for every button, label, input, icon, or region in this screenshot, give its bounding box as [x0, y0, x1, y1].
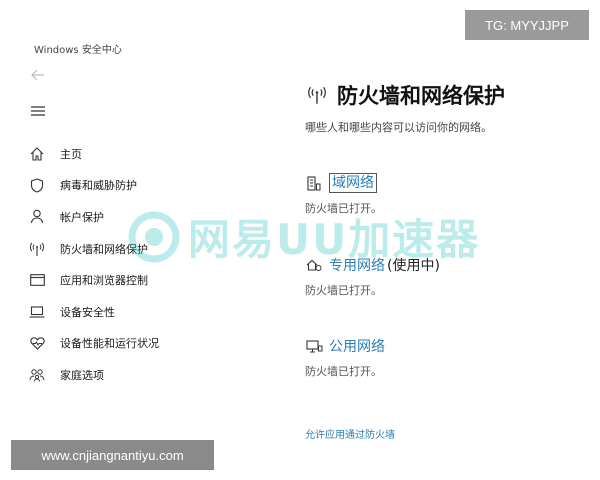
laptop-icon	[28, 303, 46, 321]
sidebar-item-label: 主页	[60, 147, 82, 161]
sidebar-item-firewall[interactable]: 防火墙和网络保护	[28, 233, 218, 265]
domain-building-icon	[305, 174, 323, 192]
family-icon	[28, 366, 46, 384]
sidebar-item-device-performance[interactable]: 设备性能和运行状况	[28, 328, 218, 360]
network-domain: 域网络 防火墙已打开。	[305, 172, 585, 216]
sidebar-item-device-security[interactable]: 设备安全性	[28, 296, 218, 328]
sidebar-item-family-options[interactable]: 家庭选项	[28, 359, 218, 391]
sidebar-nav: 主页 病毒和威胁防护 帐户保护 防火墙和网络保护 应用和浏览器控制 设备安全性 …	[28, 138, 218, 391]
antenna-icon	[28, 240, 46, 258]
sidebar-item-label: 帐户保护	[60, 210, 104, 224]
back-arrow-icon	[31, 69, 44, 81]
public-network-icon	[305, 337, 323, 355]
app-window-icon	[28, 271, 46, 289]
security-center-window: Windows 安全中心 主页 病毒和威胁防护 帐户保护 防火墙和网络保护 应用…	[0, 0, 600, 480]
hamburger-icon	[31, 106, 45, 116]
shield-icon	[28, 176, 46, 194]
network-in-use-label: (使用中)	[387, 258, 440, 274]
sidebar-item-account-protection[interactable]: 帐户保护	[28, 201, 218, 233]
page-title: 防火墙和网络保护	[337, 84, 505, 108]
sidebar-item-label: 设备性能和运行状况	[60, 337, 159, 351]
allow-app-through-firewall-link[interactable]: 允许应用通过防火墙	[305, 426, 395, 441]
network-status: 防火墙已打开。	[305, 365, 382, 378]
sidebar-item-virus-protection[interactable]: 病毒和威胁防护	[28, 170, 218, 202]
tg-overlay-label: TG: MYYJJPP	[465, 10, 589, 40]
sidebar-item-home[interactable]: 主页	[28, 138, 218, 170]
app-title: Windows 安全中心	[34, 45, 122, 56]
private-network-link[interactable]: 专用网络	[329, 255, 385, 275]
private-network-icon	[305, 256, 323, 274]
network-status: 防火墙已打开。	[305, 284, 382, 297]
antenna-icon	[305, 83, 329, 107]
domain-network-link[interactable]: 域网络	[329, 173, 377, 193]
sidebar-item-label: 应用和浏览器控制	[60, 274, 148, 288]
sidebar-item-label: 家庭选项	[60, 368, 104, 382]
network-private: 专用网络 (使用中) 防火墙已打开。	[305, 254, 585, 298]
page-header: 防火墙和网络保护	[305, 78, 585, 112]
back-button[interactable]	[29, 66, 47, 84]
public-network-link[interactable]: 公用网络	[329, 336, 385, 356]
sidebar-item-app-browser-control[interactable]: 应用和浏览器控制	[28, 264, 218, 296]
network-public: 公用网络 防火墙已打开。	[305, 335, 585, 379]
heart-icon	[28, 334, 46, 352]
network-status: 防火墙已打开。	[305, 202, 382, 215]
person-icon	[28, 208, 46, 226]
sidebar-item-label: 设备安全性	[60, 305, 115, 319]
page-subtitle: 哪些人和哪些内容可以访问你的网络。	[305, 121, 492, 134]
menu-button[interactable]	[29, 102, 47, 120]
sidebar-item-label: 防火墙和网络保护	[60, 242, 148, 256]
main-content: 防火墙和网络保护 哪些人和哪些内容可以访问你的网络。 域网络 防火墙已打开。 专…	[305, 78, 585, 441]
sidebar-item-label: 病毒和威胁防护	[60, 179, 137, 193]
url-overlay-label: www.cnjiangnantiyu.com	[11, 440, 214, 470]
home-icon	[28, 145, 46, 163]
